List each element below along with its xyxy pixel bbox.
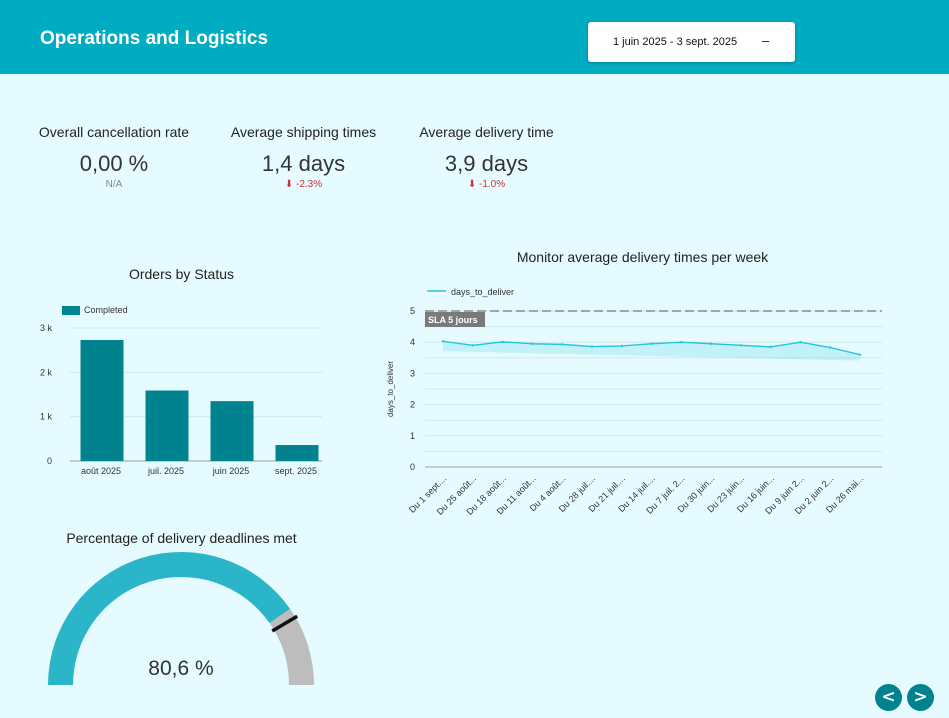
data-point (709, 342, 713, 345)
kpi-value: 0,00 % (79, 151, 149, 176)
legend-label: days_to_deliver (451, 287, 514, 297)
kpi-delta-text: -2.3% (296, 179, 323, 190)
previous-page-button[interactable]: < (875, 684, 902, 711)
y-tick-label: 1 k (40, 412, 53, 422)
data-point (739, 344, 743, 347)
bar (80, 339, 124, 461)
x-tick-label: juin 2025 (212, 466, 250, 476)
next-page-button[interactable]: > (907, 684, 934, 711)
kpi-delta-text: -1.0% (479, 179, 506, 190)
y-tick-label: 4 (410, 337, 415, 347)
data-point (650, 342, 653, 345)
y-tick-label: 0 (410, 462, 415, 472)
legend-swatch (62, 306, 80, 315)
y-axis-label: days_to_deliver (386, 361, 395, 417)
y-tick-label: 2 k (40, 367, 53, 377)
y-tick-label: 3 (410, 368, 415, 378)
kpi-value: 3,9 days (444, 151, 529, 176)
deadline-gauge-chart: 80,6 % (48, 551, 314, 685)
bar-chart-title: Orders by Status (128, 266, 235, 282)
y-tick-label: 0 (47, 456, 52, 466)
data-point (501, 340, 504, 344)
y-tick-label: 3 k (40, 323, 53, 333)
x-tick-label: sept. 2025 (275, 466, 317, 476)
y-tick-label: 5 (410, 306, 415, 316)
y-tick-label: 1 (410, 431, 415, 441)
line-chart-title: Monitor average delivery times per week (516, 249, 769, 265)
data-point (769, 345, 772, 349)
data-point (799, 341, 802, 344)
kpi-delivery-time: Average delivery time 3,9 days ⬇ -1.0% (410, 124, 563, 190)
x-tick-label: août 2025 (81, 466, 121, 476)
date-range-picker[interactable]: 1 juin 2025 - 3 sept. 2025 – (588, 22, 795, 62)
data-point (471, 344, 474, 347)
kpi-label: Average delivery time (419, 124, 554, 140)
data-point (620, 344, 623, 348)
kpi-cancellation-rate: Overall cancellation rate 0,00 % N/A (36, 124, 192, 190)
sla-label: SLA 5 jours (428, 315, 478, 325)
orders-by-status-chart: 0 1 k 2 k 3 k Completed août 2025 juil. 2025 ju… (40, 305, 322, 476)
x-tick-label: juil. 2025 (147, 466, 184, 476)
page-title: Operations and Logistics (40, 28, 269, 49)
gauge-value-label: 80,6 % (148, 657, 213, 680)
kpi-delta: ⬇ -1.0% (410, 179, 563, 190)
kpi-delta: ⬇ -2.3% (226, 179, 381, 190)
gauge-chart-title: Percentage of delivery deadlines met (66, 530, 297, 546)
legend-label: Completed (84, 305, 128, 315)
bar (145, 390, 189, 461)
data-point (441, 340, 445, 343)
caret-down-icon: – (762, 33, 770, 48)
kpi-label: Overall cancellation rate (38, 124, 190, 140)
kpi-label: Average shipping times (230, 124, 377, 140)
data-point (590, 345, 594, 348)
date-range-text: 1 juin 2025 - 3 sept. 2025 (613, 36, 738, 48)
kpi-value: 1,4 days (261, 151, 346, 176)
bar (275, 445, 319, 461)
kpi-delta: N/A (105, 179, 123, 190)
kpi-shipping-times: Average shipping times 1,4 days ⬇ -2.3% (226, 124, 381, 190)
delivery-times-chart: days_to_deliver days_to_deliver 0 1 2 3 4 5 SLA … (386, 287, 882, 517)
down-arrow-icon: ⬇ (467, 179, 477, 190)
data-point (858, 353, 862, 356)
data-point (531, 342, 534, 345)
header-bar: Operations and Logistics 1 juin 2025 - 3… (0, 0, 949, 74)
data-point (680, 341, 683, 344)
down-arrow-icon: ⬇ (284, 179, 294, 190)
y-tick-label: 2 (410, 400, 415, 410)
bar (210, 401, 254, 461)
data-point (829, 346, 832, 349)
data-point (560, 343, 564, 346)
